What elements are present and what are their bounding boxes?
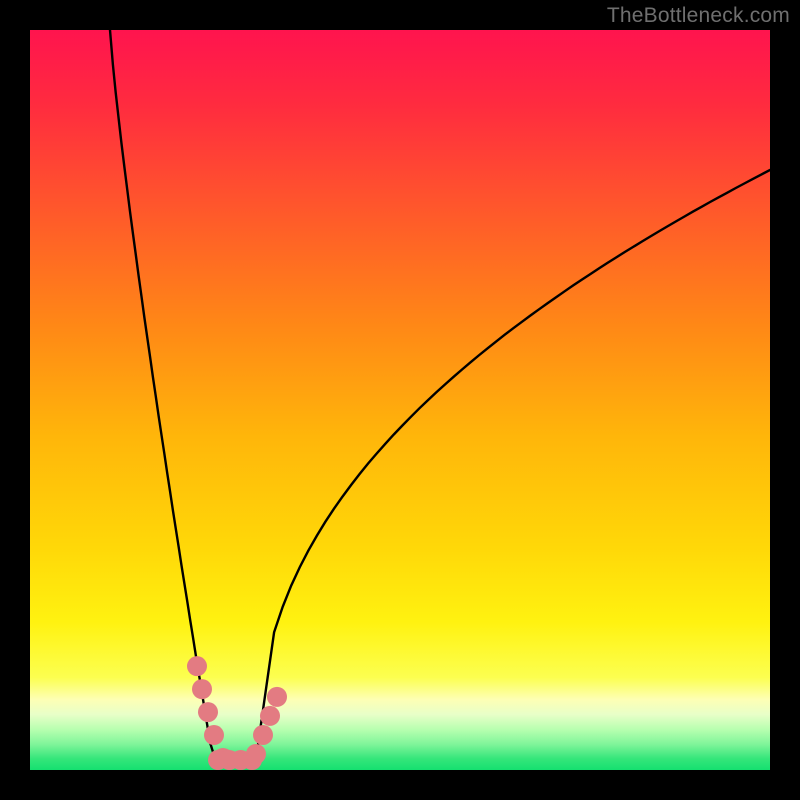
curve-marker-dot	[246, 744, 266, 764]
curve-marker-dot	[198, 702, 218, 722]
curve-marker-dot	[192, 679, 212, 699]
curve-marker-dot	[187, 656, 207, 676]
chart-frame: TheBottleneck.com	[0, 0, 800, 800]
curve-marker-dot	[260, 706, 280, 726]
bottleneck-curve	[110, 30, 770, 760]
curve-marker-dot	[204, 725, 224, 745]
plot-area	[30, 30, 770, 770]
curve-marker-dot	[253, 725, 273, 745]
curve-markers	[187, 656, 287, 770]
watermark-text: TheBottleneck.com	[607, 4, 790, 28]
curve-marker-dot	[267, 687, 287, 707]
curve-layer	[30, 30, 770, 770]
